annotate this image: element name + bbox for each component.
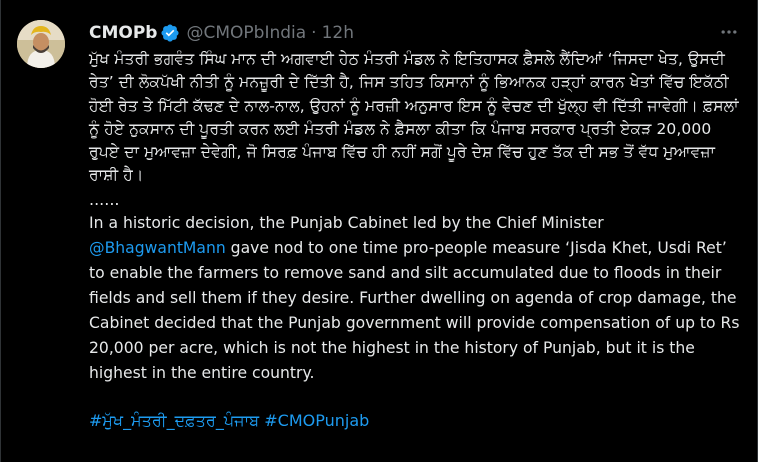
text-separator: ...... (89, 189, 120, 209)
avatar[interactable] (17, 20, 65, 68)
tweet[interactable]: CMOPb @CMOPbIndia · 12h ਮੁੱਖ ਮੰਤਰੀ ਭਗਵੰਤ… (1, 0, 757, 462)
author-name[interactable]: CMOPb (89, 22, 157, 44)
tweet-text-punjabi: ਮੁੱਖ ਮੰਤਰੀ ਭਗਵੰਤ ਸਿੰਘ ਮਾਨ ਦੀ ਅਗਵਾਈ ਹੇਠ ਮ… (89, 50, 739, 185)
more-options-button[interactable] (715, 18, 743, 46)
hashtag-list: #ਮੁੱਖ_ਮੰਤਰੀ_ਦਫ਼ਤਰ_ਪੰਜਾਬ #CMOPunjab (89, 409, 745, 432)
hashtag-link[interactable]: #ਮੁੱਖ_ਮੰਤਰੀ_ਦਫ਼ਤਰ_ਪੰਜਾਬ (89, 411, 259, 430)
more-options-icon (721, 30, 737, 34)
mention-link[interactable]: @BhagwantMann (89, 239, 226, 257)
tweet-timestamp[interactable]: 12h (322, 22, 354, 44)
english-text-lead: In a historic decision, the Punjab Cabin… (89, 213, 604, 232)
header-separator: · (311, 23, 317, 43)
hashtag-link[interactable]: #CMOPunjab (264, 411, 369, 430)
verified-badge-icon (160, 23, 180, 43)
timeline-column: CMOPb @CMOPbIndia · 12h ਮੁੱਖ ਮੰਤਰੀ ਭਗਵੰਤ… (0, 0, 758, 462)
avatar-portrait (17, 20, 65, 68)
english-text-rest: gave nod to one time pro-people measure … (89, 238, 740, 382)
author-handle[interactable]: @CMOPbIndia (186, 22, 306, 44)
tweet-header: CMOPb @CMOPbIndia · 12h (89, 22, 354, 44)
tweet-text-english: In a historic decision, the Punjab Cabin… (89, 211, 745, 386)
tweet-body: ਮੁੱਖ ਮੰਤਰੀ ਭਗਵੰਤ ਸਿੰਘ ਮਾਨ ਦੀ ਅਗਵਾਈ ਹੇਠ ਮ… (89, 48, 745, 432)
